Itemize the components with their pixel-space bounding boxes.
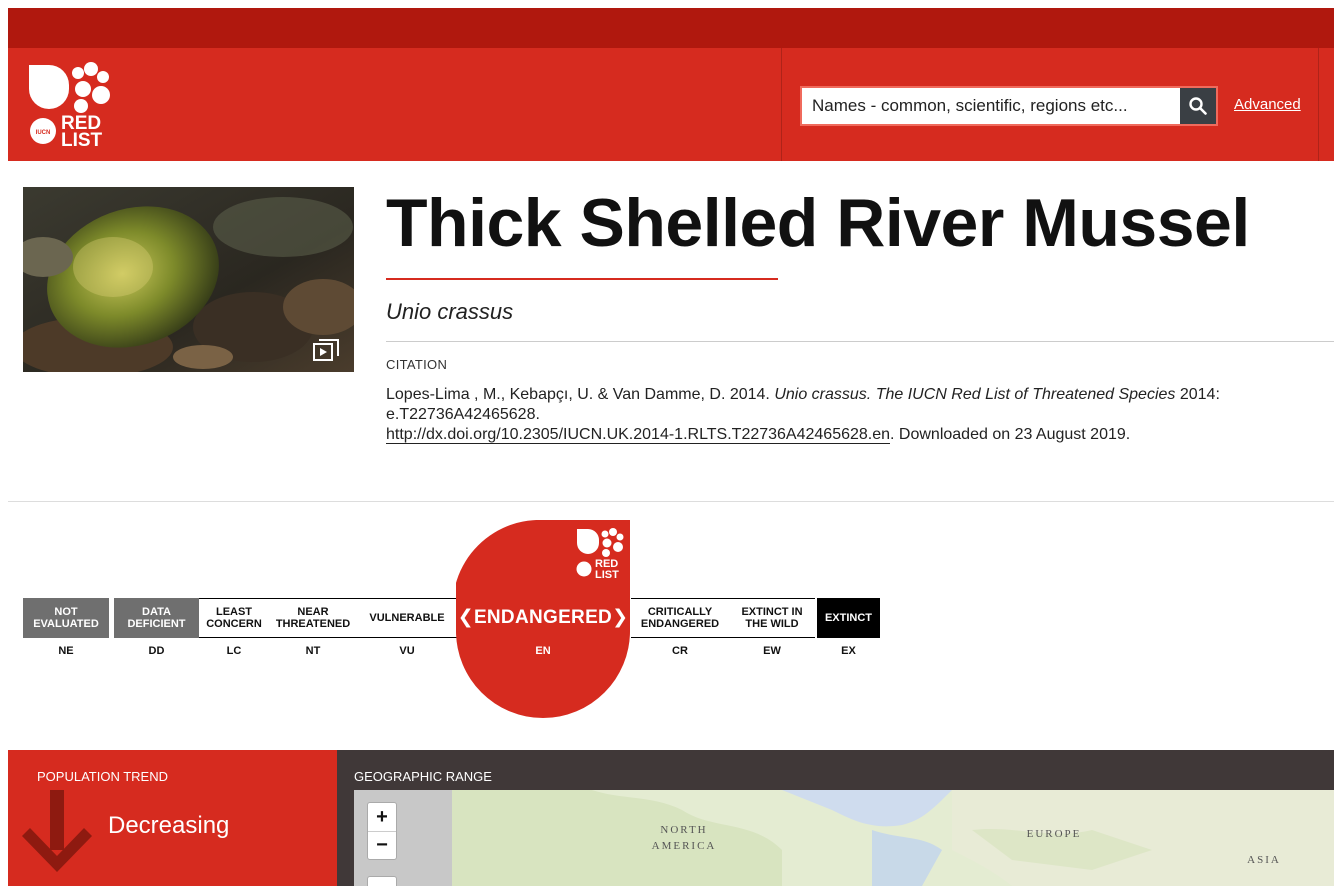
- header-divider: [781, 48, 782, 161]
- citation-label: CITATION: [386, 357, 448, 372]
- map-basemap: [452, 790, 1334, 886]
- gallery-icon[interactable]: [312, 338, 340, 362]
- citation-downloaded: . Downloaded on 23 August 2019.: [890, 426, 1131, 443]
- code-lc: LC: [226, 645, 242, 657]
- code-ne: NE: [58, 645, 74, 657]
- selected-category-code: EN: [535, 645, 551, 657]
- map-zoom-control: + −: [367, 802, 397, 860]
- code-ex: EX: [841, 645, 856, 657]
- map-label-asia: ASIA: [1247, 854, 1281, 866]
- category-not-evaluated[interactable]: NOT EVALUATED: [23, 598, 109, 638]
- population-trend-label: POPULATION TREND: [37, 769, 168, 784]
- section-divider-2: [8, 501, 1334, 502]
- code-cr: CR: [672, 645, 688, 657]
- section-divider: [386, 341, 1334, 342]
- species-photo[interactable]: [23, 187, 354, 372]
- red-list-logo[interactable]: IUCN RED LIST: [25, 61, 120, 149]
- code-vu: VU: [399, 645, 415, 657]
- chevron-right-icon: ❯: [612, 607, 629, 628]
- search-button[interactable]: [1180, 88, 1216, 124]
- top-strip: [8, 8, 1334, 48]
- citation-authors: Lopes-Lima , M., Kebapçı, U. & Van Damme…: [386, 386, 775, 403]
- code-dd: DD: [148, 645, 165, 657]
- chevron-left-icon: ❮: [457, 607, 474, 628]
- population-trend-panel: POPULATION TREND Decreasing: [8, 750, 337, 886]
- population-trend-value: Decreasing: [108, 812, 230, 839]
- code-ew: EW: [763, 645, 781, 657]
- header-divider-right: [1318, 48, 1319, 161]
- mussel-photo-image: [23, 187, 354, 372]
- search-icon: [1189, 97, 1207, 115]
- logo-text-list: LIST: [61, 130, 103, 149]
- map-label-north-america: NORTH AMERICA: [651, 824, 717, 852]
- category-vulnerable[interactable]: VULNERABLE: [357, 598, 457, 638]
- advanced-search-link[interactable]: Advanced: [1234, 96, 1301, 113]
- species-scientific-name: Unio crassus: [386, 299, 514, 324]
- category-near-threatened[interactable]: NEAR THREATENED: [269, 598, 357, 638]
- svg-text:LIST: LIST: [595, 569, 619, 579]
- zoom-in-button[interactable]: +: [368, 803, 396, 831]
- citation-text: Lopes-Lima , M., Kebapçı, U. & Van Damme…: [386, 385, 1246, 445]
- category-data-deficient[interactable]: DATA DEFICIENT: [114, 598, 199, 638]
- small-red-list-logo: RED LIST: [576, 528, 624, 579]
- map-label-europe: EUROPE: [1026, 828, 1082, 840]
- site-header: IUCN RED LIST Advanced: [8, 48, 1334, 161]
- category-least-concern[interactable]: LEAST CONCERN: [199, 598, 269, 638]
- citation-doi-link[interactable]: http://dx.doi.org/10.2305/IUCN.UK.2014-1…: [386, 426, 891, 444]
- zoom-out-button[interactable]: −: [368, 831, 396, 859]
- search-input[interactable]: [802, 88, 1180, 124]
- species-common-name: Thick Shelled River Mussel: [386, 185, 1250, 261]
- geographic-range-label: GEOGRAPHIC RANGE: [354, 769, 492, 784]
- title-underline: [386, 278, 778, 280]
- geographic-range-panel: GEOGRAPHIC RANGE + − NORTH AMERICA EUROP…: [337, 750, 1334, 886]
- selected-category-label[interactable]: ❮ENDANGERED❯: [456, 606, 630, 629]
- category-extinct[interactable]: EXTINCT: [817, 598, 880, 638]
- search-bar: [800, 86, 1218, 126]
- category-critically-endangered[interactable]: CRITICALLY ENDANGERED: [631, 598, 729, 638]
- arrow-down-icon: [22, 790, 92, 872]
- code-nt: NT: [305, 645, 321, 657]
- category-extinct-in-the-wild[interactable]: EXTINCT IN THE WILD: [729, 598, 815, 638]
- logo-badge: IUCN: [36, 130, 51, 136]
- citation-italic: Unio crassus. The IUCN Red List of Threa…: [774, 386, 1176, 403]
- range-map[interactable]: + − NORTH AMERICA EUROPE ASIA: [354, 790, 1334, 886]
- fullscreen-button[interactable]: [367, 876, 397, 886]
